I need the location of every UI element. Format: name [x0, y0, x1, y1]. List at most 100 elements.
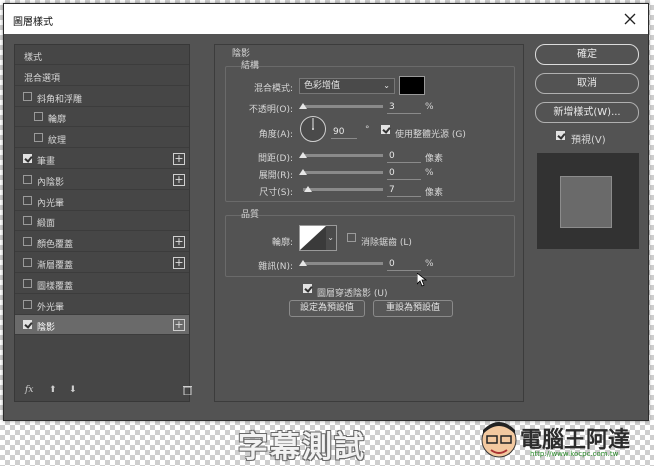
style-preview-swatch: [560, 176, 612, 228]
sidebar-item[interactable]: 緞面: [15, 211, 189, 232]
opacity-slider[interactable]: [303, 105, 383, 108]
sidebar-item[interactable]: 外光暈: [15, 295, 189, 315]
sidebar-item-label: 樣式: [24, 53, 43, 63]
fx-icon[interactable]: fx: [25, 385, 33, 395]
sidebar-item[interactable]: 內光暈: [15, 191, 189, 211]
noise-unit: %: [425, 259, 434, 269]
sidebar-item[interactable]: 筆畫 +: [15, 149, 189, 169]
contour-picker[interactable]: ⌄: [299, 225, 337, 251]
sidebar-item[interactable]: 內陰影 +: [15, 170, 189, 190]
noise-slider-thumb[interactable]: [299, 260, 307, 266]
chevron-down-icon: ⌄: [327, 233, 334, 242]
ok-button[interactable]: 確定: [535, 44, 639, 65]
opacity-field[interactable]: 3: [387, 101, 421, 114]
blend-mode-label: 混合模式:: [253, 84, 293, 94]
sidebar-item[interactable]: 漸層覆蓋 +: [15, 253, 189, 273]
layer-style-dialog: 圖層樣式 fx ⬆ ⬇ 樣式 混合選項 斜角和浮雕 輪廓 紋理 筆畫 + 內陰影 + 內光暈 緞面顏…: [3, 3, 649, 421]
make-default-button[interactable]: 設定為預設值: [289, 300, 365, 317]
sidebar-item-checkbox[interactable]: [23, 174, 32, 184]
add-effect-icon[interactable]: +: [173, 153, 185, 165]
sidebar-item-checkbox[interactable]: [23, 258, 32, 267]
opacity-label: 不透明(O):: [248, 105, 293, 115]
sidebar-item-checkbox[interactable]: [34, 112, 43, 122]
structure-title: 結構: [241, 61, 260, 71]
sidebar-item-label: 內光暈: [37, 198, 65, 209]
distance-slider-thumb[interactable]: [299, 152, 307, 158]
opacity-slider-thumb[interactable]: [299, 103, 307, 109]
add-effect-icon[interactable]: +: [173, 257, 185, 269]
caption-text: 字幕測試: [238, 430, 366, 465]
sidebar-item[interactable]: 紋理: [15, 128, 189, 149]
distance-field[interactable]: 0: [387, 150, 421, 163]
sidebar-item[interactable]: 輪廓: [15, 107, 189, 128]
style-preview: [537, 153, 639, 249]
distance-unit: 像素: [425, 154, 444, 164]
size-field[interactable]: 7: [387, 184, 421, 197]
angle-dial[interactable]: [299, 115, 327, 143]
blend-mode-value: 色彩增值: [304, 81, 341, 91]
cancel-button[interactable]: 取消: [535, 73, 639, 94]
sidebar-item[interactable]: 混合選項: [15, 66, 189, 86]
move-down-icon[interactable]: ⬇: [69, 385, 77, 395]
sidebar-item-checkbox[interactable]: [23, 195, 32, 205]
add-effect-icon[interactable]: +: [173, 319, 185, 332]
noise-label: 雜訊(N):: [258, 262, 293, 272]
sidebar-item-label: 紋理: [48, 136, 67, 147]
size-slider-thumb[interactable]: [304, 186, 312, 192]
noise-field[interactable]: 0: [387, 258, 421, 271]
brand-url: http://www.kocpc.com.tw: [530, 450, 619, 458]
spread-slider[interactable]: [303, 171, 383, 174]
angle-label: 角度(A):: [258, 130, 293, 140]
styles-list: fx ⬆ ⬇ 樣式 混合選項 斜角和浮雕 輪廓 紋理 筆畫 + 內陰影 + 內光暈 緞面 顏色覆蓋 + 漸…: [14, 44, 192, 402]
move-up-icon[interactable]: ⬆: [49, 385, 57, 395]
sidebar-item[interactable]: 斜角和浮雕: [15, 87, 189, 107]
quality-title: 品質: [241, 210, 260, 220]
preview-checkbox[interactable]: [556, 131, 565, 140]
sidebar-item-label: 斜角和浮雕: [37, 94, 83, 105]
add-effect-icon[interactable]: +: [173, 173, 185, 186]
noise-slider[interactable]: [303, 262, 383, 265]
spread-field[interactable]: 0: [387, 167, 421, 180]
sidebar-item[interactable]: 樣式: [15, 45, 189, 65]
size-unit: 像素: [425, 188, 444, 198]
sidebar-item[interactable]: 圖樣覆蓋: [15, 274, 189, 294]
new-style-button[interactable]: 新增樣式(W)...: [535, 102, 639, 123]
chevron-down-icon: ⌄: [383, 81, 390, 90]
sidebar-item-label: 漸層覆蓋: [37, 261, 74, 271]
shadow-color-swatch[interactable]: [399, 76, 425, 95]
sidebar-item-label: 外光暈: [37, 302, 65, 313]
global-light-checkbox[interactable]: [381, 125, 390, 134]
sidebar-item-checkbox[interactable]: [23, 278, 32, 288]
styles-list-footer: fx ⬆ ⬇: [15, 381, 192, 401]
sidebar-item-checkbox[interactable]: [23, 299, 32, 309]
sidebar-item-checkbox[interactable]: [23, 216, 32, 226]
reset-default-button[interactable]: 重設為預設值: [373, 300, 453, 317]
sidebar-item-label: 圖樣覆蓋: [37, 281, 74, 292]
sidebar-item[interactable]: 顏色覆蓋 +: [15, 232, 189, 253]
mascot-logo-icon: [478, 418, 520, 462]
angle-field[interactable]: 90: [331, 126, 357, 139]
spread-slider-thumb[interactable]: [299, 169, 307, 175]
sidebar-item[interactable]: 陰影 +: [15, 315, 189, 336]
sidebar-item-label: 輪廓: [48, 115, 67, 126]
distance-slider[interactable]: [303, 154, 383, 157]
contour-label: 輪廓:: [271, 238, 293, 248]
blend-mode-select[interactable]: 色彩增值 ⌄: [299, 78, 395, 94]
mouse-cursor-icon: [416, 272, 428, 290]
sidebar-item-checkbox[interactable]: [23, 91, 32, 101]
sidebar-item-checkbox[interactable]: [23, 237, 32, 247]
sidebar-item-checkbox[interactable]: [23, 154, 32, 163]
knockout-checkbox[interactable]: [303, 284, 312, 293]
spread-unit: %: [425, 168, 434, 178]
close-icon[interactable]: [620, 9, 640, 29]
sidebar-item-label: 緞面: [37, 219, 56, 230]
add-effect-icon[interactable]: +: [173, 236, 185, 249]
sidebar-item-checkbox[interactable]: [23, 320, 32, 330]
title-bar: 圖層樣式: [4, 4, 648, 34]
size-slider[interactable]: [303, 188, 383, 191]
trash-icon[interactable]: [183, 385, 192, 398]
sidebar-item-checkbox[interactable]: [34, 133, 43, 143]
sidebar-item-label: 筆畫: [37, 157, 56, 167]
antialias-checkbox[interactable]: [347, 233, 356, 242]
spread-label: 展開(R):: [258, 171, 293, 181]
